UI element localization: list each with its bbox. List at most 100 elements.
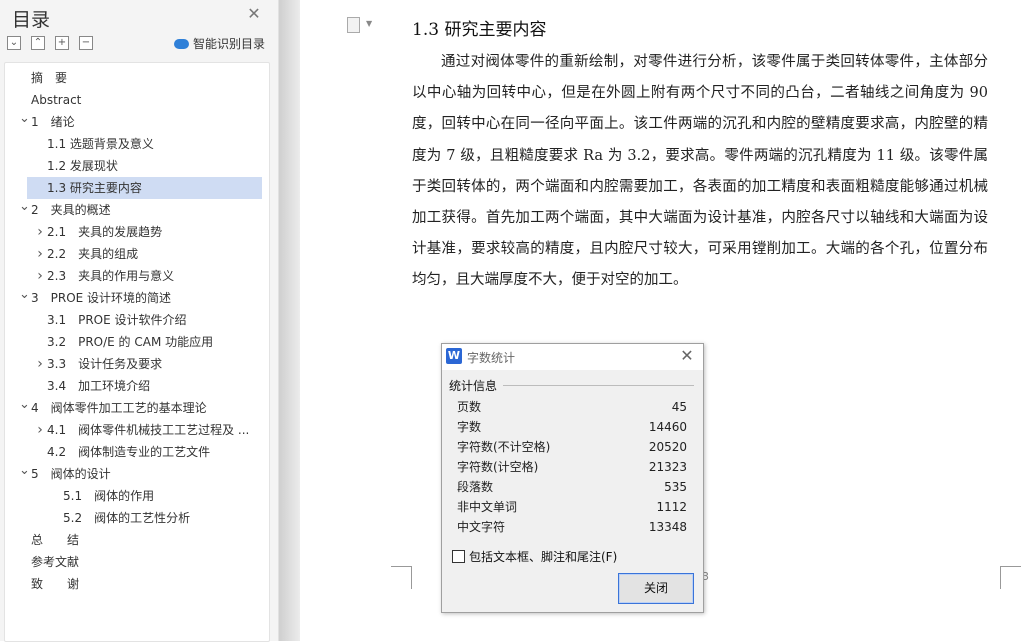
toc-item[interactable]: 4.2 阀体制造专业的工艺文件	[5, 441, 265, 463]
toc-item[interactable]: 5.1 阀体的作用	[5, 485, 265, 507]
toc-item-label: 3.2 PRO/E 的 CAM 功能应用	[47, 335, 214, 349]
stat-row: 段落数 535	[457, 477, 687, 497]
toc-item-label: 4 阀体零件加工工艺的基本理论	[31, 401, 207, 415]
stat-value: 45	[671, 400, 687, 414]
toc-item-label: 1 绪论	[31, 115, 75, 129]
toc-item-selected[interactable]: 1.3 研究主要内容	[5, 177, 265, 199]
close-button[interactable]: 关闭	[618, 573, 694, 604]
stat-label: 字符数(不计空格)	[457, 440, 551, 454]
section-heading: 1.3 研究主要内容	[412, 20, 547, 40]
chevron-right-icon[interactable]: ›	[35, 243, 45, 265]
toc-item-label: 致 谢	[31, 577, 80, 591]
toc-item[interactable]: Abstract	[5, 89, 265, 111]
toc-item[interactable]: 3.4 加工环境介绍	[5, 375, 265, 397]
stat-label: 字数	[457, 420, 482, 434]
toc-item[interactable]: 3.2 PRO/E 的 CAM 功能应用	[5, 331, 265, 353]
toc-item-label: 参考文献	[31, 555, 80, 569]
toc-item[interactable]: › 2.1 夹具的发展趋势	[5, 221, 265, 243]
navigation-pane: 目录 ✕ ⌄ ⌃ + − 智能识别目录 摘 要 Abstract ⌄ 1 绪论 1.1 …	[0, 0, 279, 642]
toc-item[interactable]: › 2.3 夹具的作用与意义	[5, 265, 265, 287]
stat-value: 21323	[648, 460, 687, 474]
cloud-icon	[174, 38, 189, 49]
chevron-right-icon[interactable]: ›	[35, 419, 45, 441]
section-divider	[503, 385, 694, 386]
document-icon[interactable]	[347, 17, 360, 33]
nav-close-icon[interactable]: ✕	[246, 6, 262, 22]
chevron-down-icon[interactable]: ⌄	[19, 284, 30, 306]
dialog-title: 字数统计	[467, 351, 516, 365]
toc-item-label: 2.1 夹具的发展趋势	[47, 225, 163, 239]
toc-item-label: 5.1 阀体的作用	[63, 489, 155, 503]
toc-item[interactable]: 5.2 阀体的工艺性分析	[5, 507, 265, 529]
close-icon[interactable]: ✕	[678, 347, 696, 365]
toc-item-label: 4.1 阀体零件机械技工工艺过程及 ...	[47, 423, 250, 437]
toc-item[interactable]: 3.1 PROE 设计软件介绍	[5, 309, 265, 331]
stat-row: 字符数(不计空格) 20520	[457, 437, 687, 457]
word-count-dialog: W 字数统计 ✕ 统计信息 页数 45 字数 14460 字符数(不计空格) 20520 字…	[441, 343, 704, 613]
toc-item-label: 总 结	[31, 533, 80, 547]
dialog-titlebar[interactable]: W 字数统计 ✕	[442, 344, 703, 370]
include-textbox-label[interactable]: 包括文本框、脚注和尾注(F)	[469, 548, 617, 565]
toc-item[interactable]: 参考文献	[5, 551, 265, 573]
toc-item[interactable]: ⌄ 2 夹具的概述	[5, 199, 265, 221]
body-paragraph: 通过对阀体零件的重新绘制，对零件进行分析，该零件属于类回转体零件，主体部分以中心…	[412, 54, 988, 289]
toc-item[interactable]: 摘 要	[5, 67, 265, 89]
toc-tree: 摘 要 Abstract ⌄ 1 绪论 1.1 选题背景及意义 1.2 发展现状 1.3 研…	[4, 62, 270, 642]
toc-item-label: 摘 要	[31, 71, 68, 85]
stat-value: 13348	[648, 520, 687, 534]
toc-item[interactable]: 1.1 选题背景及意义	[5, 133, 265, 155]
remove-heading-button[interactable]: −	[79, 36, 93, 50]
stat-label: 字符数(计空格)	[457, 460, 539, 474]
include-textbox-checkbox[interactable]	[452, 550, 465, 563]
nav-pane-title: 目录	[12, 9, 51, 31]
toc-item[interactable]: › 3.3 设计任务及要求	[5, 353, 265, 375]
chevron-down-icon[interactable]: ⌄	[19, 460, 30, 482]
stat-row: 页数 45	[457, 397, 687, 417]
toc-item[interactable]: ⌄ 5 阀体的设计	[5, 463, 265, 485]
toc-item[interactable]: 总 结	[5, 529, 265, 551]
stat-label: 页数	[457, 400, 482, 414]
toc-item-label: 1.1 选题背景及意义	[47, 137, 154, 151]
stat-value: 1112	[656, 500, 687, 514]
stat-label: 段落数	[457, 480, 494, 494]
toc-item-label: 1.3 研究主要内容	[47, 181, 142, 195]
stat-row: 中文字符 13348	[457, 517, 687, 537]
chevron-right-icon[interactable]: ›	[35, 353, 45, 375]
toc-item[interactable]: ⌄ 4 阀体零件加工工艺的基本理论	[5, 397, 265, 419]
statistics-section-label: 统计信息	[449, 379, 498, 393]
stat-label: 中文字符	[457, 520, 506, 534]
collapse-all-button[interactable]: ⌄	[7, 36, 21, 50]
expand-level-button[interactable]: ⌃	[31, 36, 45, 50]
toc-item[interactable]: 1.2 发展现状	[5, 155, 265, 177]
chevron-right-icon[interactable]: ›	[35, 265, 45, 287]
chevron-down-icon[interactable]: ⌄	[19, 394, 30, 416]
toc-item-label: Abstract	[31, 93, 82, 107]
chevron-down-icon[interactable]: ⌄	[19, 196, 30, 218]
toc-item-label: 5 阀体的设计	[31, 467, 111, 481]
smart-toc-label: 智能识别目录	[193, 37, 266, 51]
toc-item-label: 3 PROE 设计环境的简述	[31, 291, 172, 305]
stat-value: 20520	[648, 440, 687, 454]
toc-item-label: 3.3 设计任务及要求	[47, 357, 163, 371]
chevron-down-icon[interactable]: ▼	[366, 19, 372, 28]
toc-item-label: 3.4 加工环境介绍	[47, 379, 151, 393]
toc-item[interactable]: › 2.2 夹具的组成	[5, 243, 265, 265]
toc-item-label: 2.2 夹具的组成	[47, 247, 139, 261]
toc-item[interactable]: 致 谢	[5, 573, 265, 595]
stat-row: 非中文单词 1112	[457, 497, 687, 517]
toc-item-label: 2.3 夹具的作用与意义	[47, 269, 175, 283]
stat-row: 字数 14460	[457, 417, 687, 437]
stat-value: 14460	[648, 420, 687, 434]
margin-corner-mark	[391, 566, 412, 589]
stat-label: 非中文单词	[457, 500, 518, 514]
chevron-down-icon[interactable]: ⌄	[19, 108, 30, 130]
smart-toc-button[interactable]: 智能识别目录	[174, 35, 265, 51]
toc-item[interactable]: ⌄ 1 绪论	[5, 111, 265, 133]
add-heading-button[interactable]: +	[55, 36, 69, 50]
toc-item-label: 5.2 阀体的工艺性分析	[63, 511, 191, 525]
chevron-right-icon[interactable]: ›	[35, 221, 45, 243]
toc-item[interactable]: ⌄ 3 PROE 设计环境的简述	[5, 287, 265, 309]
stat-row: 字符数(计空格) 21323	[457, 457, 687, 477]
toc-item[interactable]: › 4.1 阀体零件机械技工工艺过程及 ...	[5, 419, 265, 441]
stat-value: 535	[664, 480, 687, 494]
